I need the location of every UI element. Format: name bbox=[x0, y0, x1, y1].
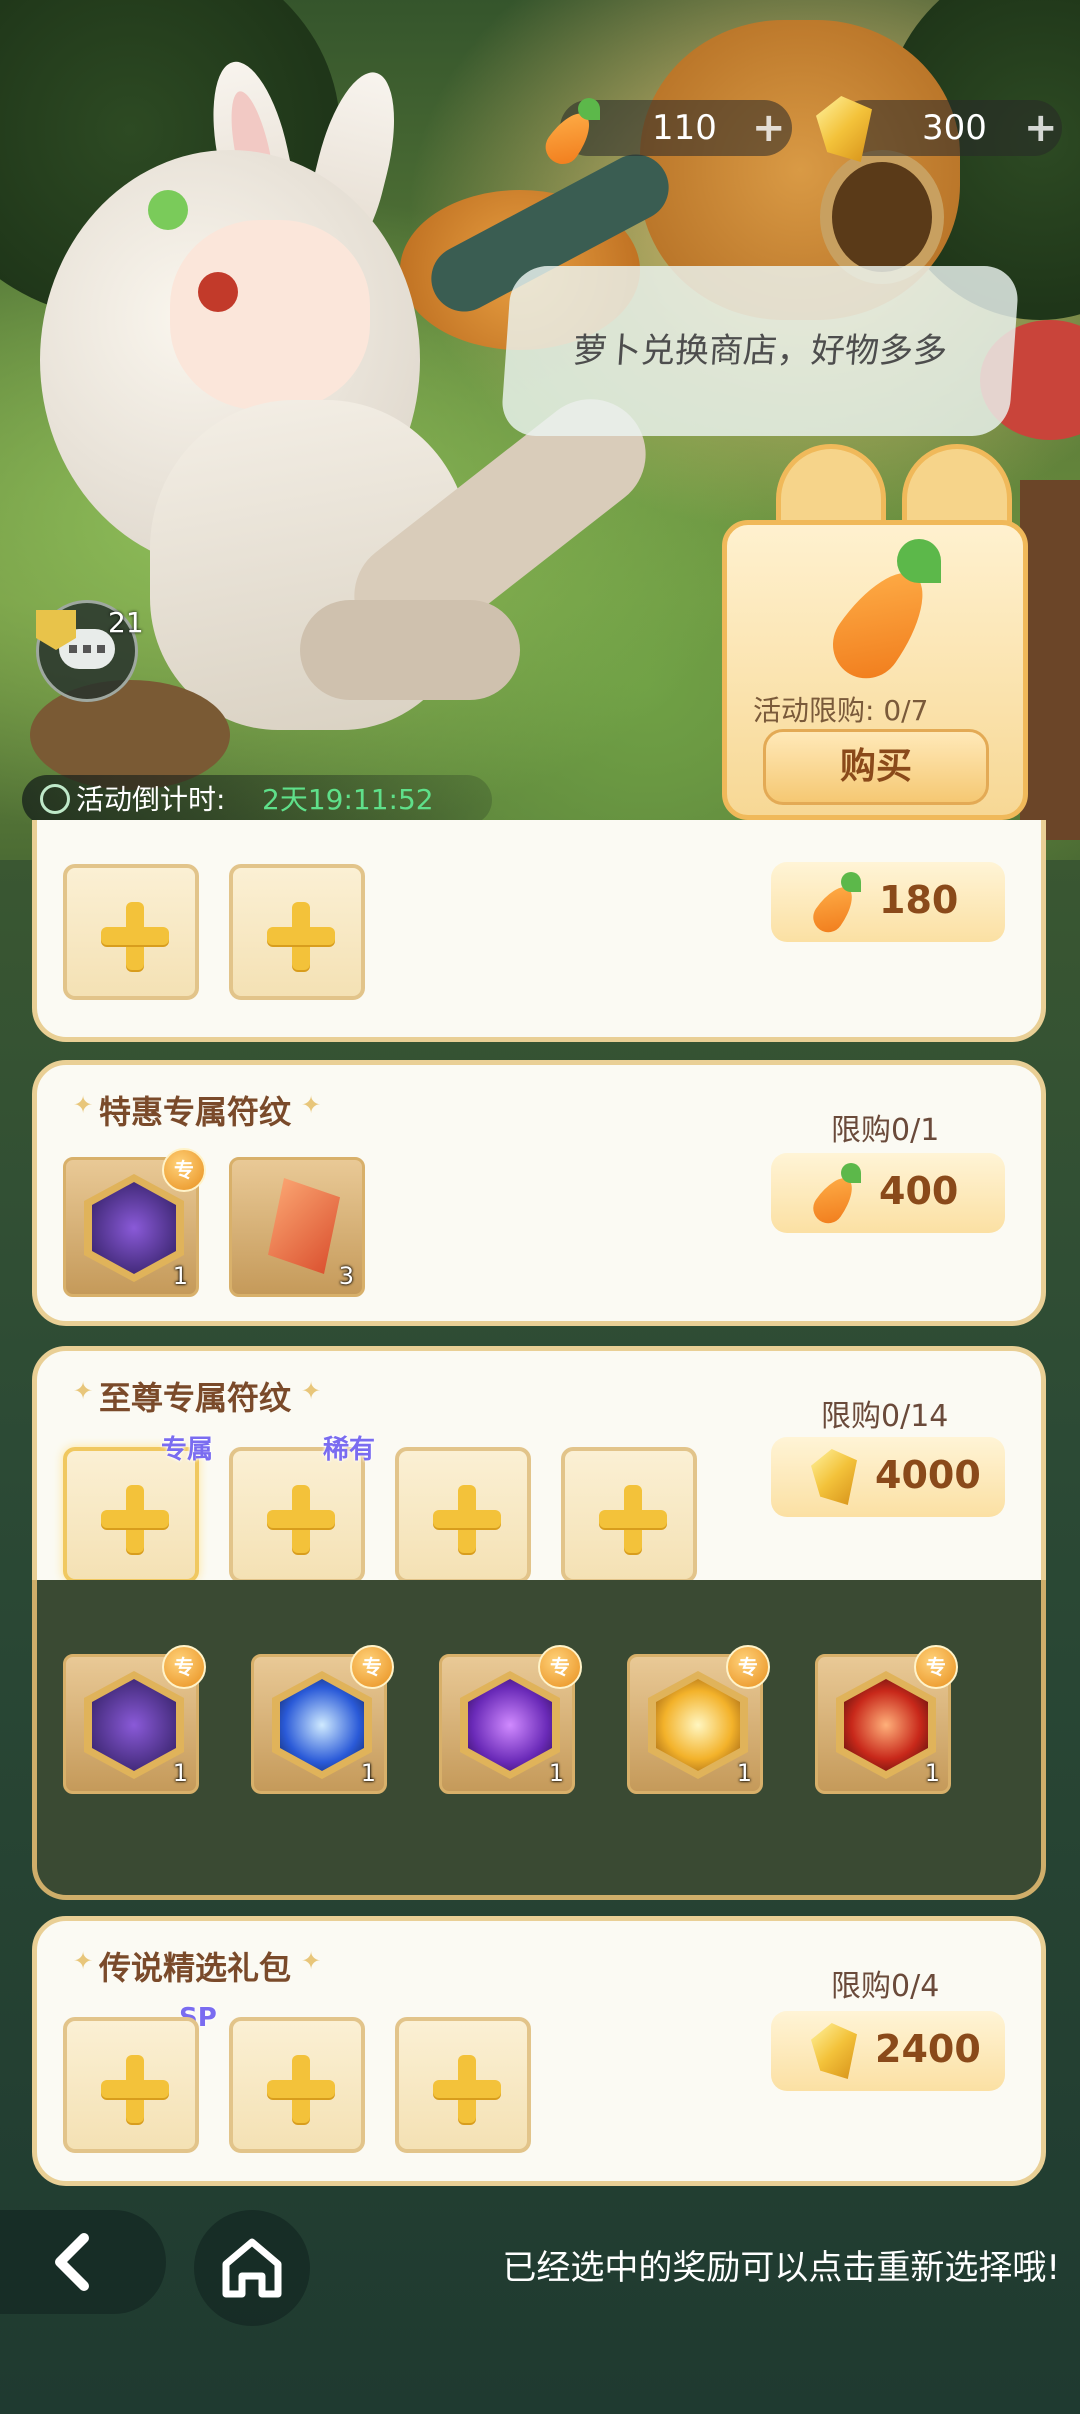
crystal-icon bbox=[811, 2023, 857, 2079]
event-countdown: 活动倒计时: 2天19:11:52 bbox=[22, 775, 492, 825]
empty-reward-slot[interactable] bbox=[395, 2017, 531, 2153]
character-eye bbox=[198, 272, 238, 312]
plus-icon bbox=[599, 1485, 667, 1553]
empty-reward-slot[interactable] bbox=[229, 2017, 365, 2153]
character-face bbox=[170, 220, 370, 410]
carrot-icon bbox=[807, 1161, 867, 1230]
carrot-count: 110 bbox=[652, 108, 717, 148]
choice-item[interactable]: 专 1 bbox=[251, 1645, 394, 1794]
featured-carrot-card: 活动限购: 0/7 购买 bbox=[722, 520, 1028, 820]
pack-title: 特惠专属符纹 bbox=[99, 1093, 292, 1131]
crystal-count: 300 bbox=[922, 108, 987, 148]
pack-panel-special-rune: ✦ 特惠专属符纹 ✦ 限购0/1 400 专 1 3 bbox=[32, 1060, 1046, 1326]
price-button[interactable]: 180 bbox=[771, 862, 1005, 942]
countdown-label: 活动倒计时: bbox=[76, 783, 226, 816]
pack-title: 至尊专属符纹 bbox=[99, 1379, 292, 1417]
add-carrot-button[interactable]: + bbox=[752, 100, 786, 156]
reward-item[interactable]: 3 bbox=[229, 1157, 365, 1297]
red-fire-rune-icon bbox=[836, 1671, 936, 1779]
golden-burst-rune-icon bbox=[648, 1671, 748, 1779]
clover-hair-clip bbox=[148, 190, 188, 230]
pack-panel-legend-gift: ✦ 传说精选礼包 ✦ 限购0/4 2400 SP bbox=[32, 1916, 1046, 2186]
slot-tag-exclusive: 专属 bbox=[161, 1435, 214, 1465]
purchase-limit: 限购0/14 bbox=[821, 1399, 949, 1434]
price-button[interactable]: 2400 bbox=[771, 2011, 1005, 2091]
price-button[interactable]: 400 bbox=[771, 1153, 1005, 1233]
empty-reward-slot[interactable] bbox=[395, 1447, 531, 1583]
big-carrot-icon bbox=[817, 535, 957, 692]
home-icon bbox=[222, 2238, 282, 2298]
choice-item[interactable]: 专 1 bbox=[63, 1645, 206, 1794]
purchase-limit: 限购0/1 bbox=[831, 1113, 940, 1148]
reselect-hint: 已经选中的奖励可以点击重新选择哦! bbox=[502, 2248, 1060, 2288]
character-leg bbox=[300, 600, 520, 700]
orange-crystal-ring-icon bbox=[268, 1178, 340, 1274]
tree-trunk bbox=[1020, 480, 1080, 840]
choice-item[interactable]: 专 1 bbox=[439, 1645, 582, 1794]
crystal-icon bbox=[811, 1449, 857, 1505]
chat-count: 21 bbox=[108, 606, 144, 639]
ground-rock bbox=[30, 680, 230, 790]
back-arrow-icon bbox=[55, 2233, 89, 2291]
reward-item[interactable]: 专 1 bbox=[63, 1148, 206, 1297]
clock-icon bbox=[40, 784, 70, 814]
home-button[interactable] bbox=[194, 2210, 310, 2326]
plus-icon bbox=[267, 1485, 335, 1553]
empty-reward-slot[interactable] bbox=[561, 1447, 697, 1583]
plus-icon bbox=[101, 1485, 169, 1553]
back-button[interactable] bbox=[0, 2210, 166, 2314]
featured-limit: 活动限购: 0/7 bbox=[753, 694, 929, 727]
npc-speech-text: 萝卜兑换商店，好物多多 bbox=[571, 331, 949, 371]
carrot-icon bbox=[538, 96, 608, 171]
plus-icon bbox=[101, 902, 169, 970]
purple-wing-rune-icon bbox=[84, 1671, 184, 1779]
add-crystal-button[interactable]: + bbox=[1024, 100, 1058, 156]
carrot-icon bbox=[807, 870, 867, 939]
pack-panel-supreme-rune: ✦ 至尊专属符纹 ✦ 限购0/14 4000 专属 稀有 bbox=[32, 1346, 1046, 1618]
plus-icon bbox=[433, 1485, 501, 1553]
empty-reward-slot[interactable] bbox=[229, 864, 365, 1000]
price-value: 180 bbox=[879, 878, 959, 922]
price-value: 4000 bbox=[875, 1453, 981, 1497]
empty-reward-slot[interactable] bbox=[63, 864, 199, 1000]
choice-item[interactable]: 专 1 bbox=[627, 1645, 770, 1794]
reward-choice-drawer: 专 1 专 1 专 1 专 1 专 1 bbox=[32, 1580, 1046, 1900]
price-button[interactable]: 4000 bbox=[771, 1437, 1005, 1517]
pack-panel-carrot-180: 180 bbox=[32, 820, 1046, 1042]
countdown-value: 2天19:11:52 bbox=[262, 783, 434, 816]
buy-button-label: 购买 bbox=[839, 746, 912, 787]
buy-button[interactable]: 购买 bbox=[763, 729, 989, 805]
purple-wing-rune-icon bbox=[84, 1174, 184, 1282]
purchase-limit: 限购0/4 bbox=[831, 1969, 940, 2004]
pack-title: 传说精选礼包 bbox=[99, 1949, 292, 1987]
npc-speech-bubble: 萝卜兑换商店，好物多多 bbox=[500, 266, 1020, 436]
house-window bbox=[820, 150, 944, 284]
blue-frost-rune-icon bbox=[272, 1671, 372, 1779]
plus-icon bbox=[267, 902, 335, 970]
empty-reward-slot-selected[interactable] bbox=[63, 1447, 199, 1583]
plus-icon bbox=[101, 2055, 169, 2123]
price-value: 400 bbox=[879, 1169, 959, 1213]
plus-icon bbox=[267, 2055, 335, 2123]
plus-icon bbox=[433, 2055, 501, 2123]
empty-reward-slot[interactable] bbox=[63, 2017, 199, 2153]
price-value: 2400 bbox=[875, 2027, 981, 2071]
choice-item[interactable]: 专 1 bbox=[815, 1645, 958, 1794]
empty-reward-slot[interactable] bbox=[229, 1447, 365, 1583]
slot-tag-rare: 稀有 bbox=[323, 1435, 376, 1465]
violet-heart-rune-icon bbox=[460, 1671, 560, 1779]
